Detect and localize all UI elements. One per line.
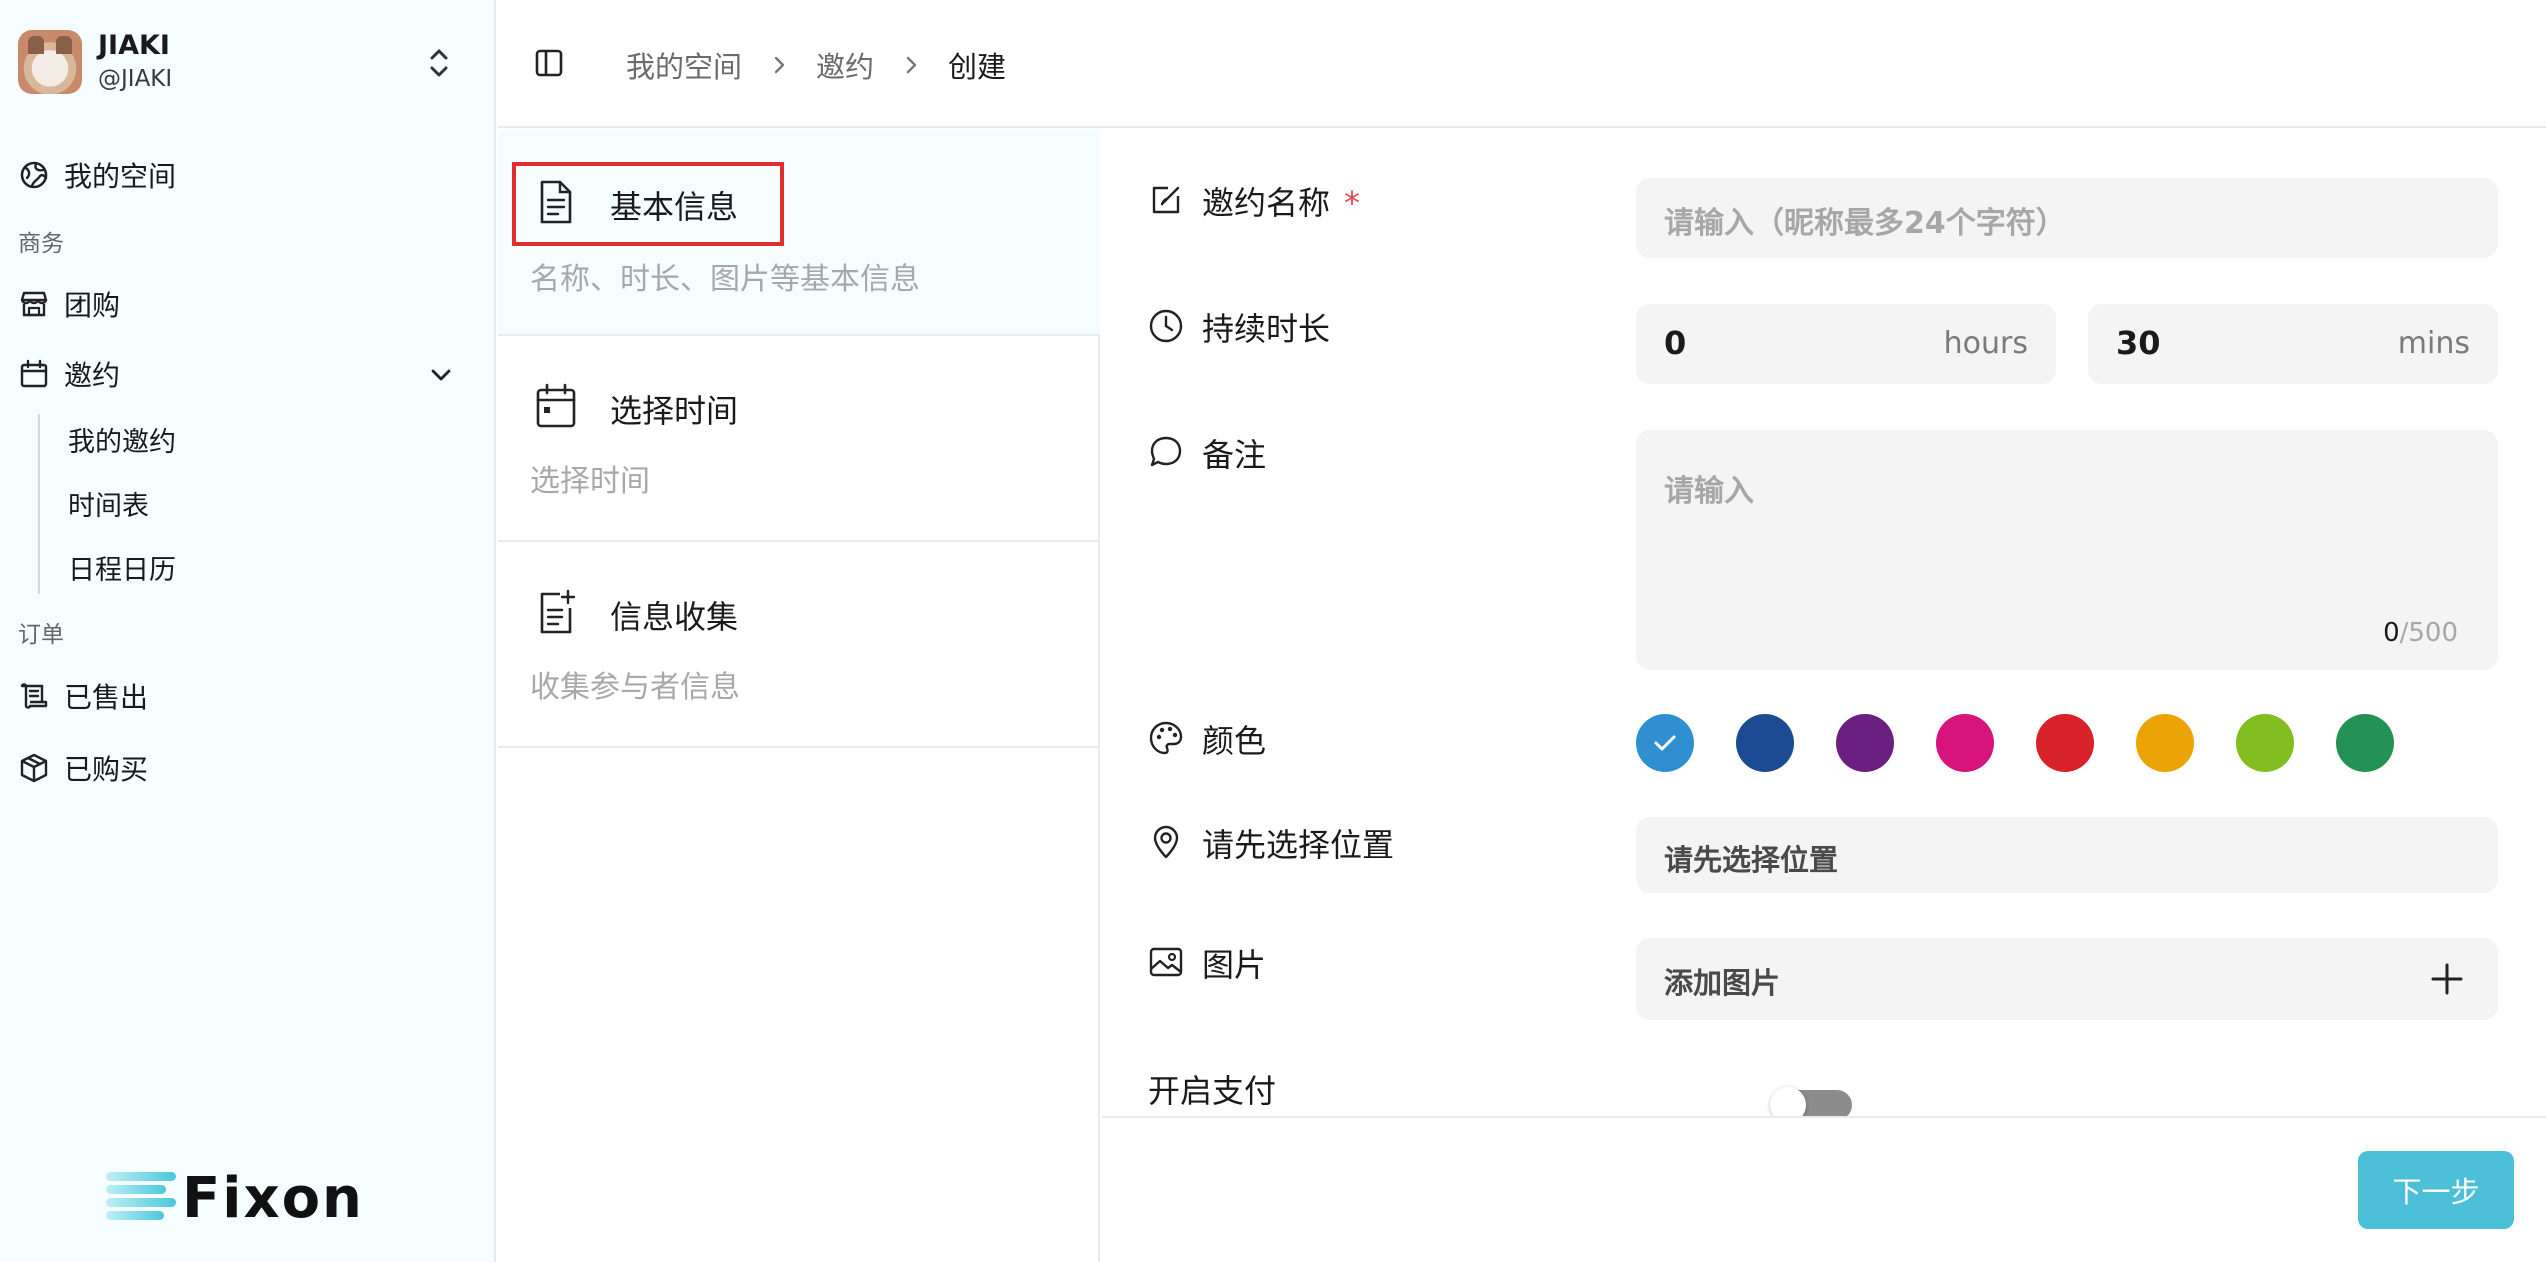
color-swatch[interactable]	[2336, 714, 2394, 772]
plus-icon[interactable]	[2430, 962, 2464, 996]
document-icon	[540, 180, 572, 224]
color-label: 颜色	[1202, 722, 1267, 760]
duration-label: 持续时长	[1202, 310, 1331, 348]
chevron-right-icon	[906, 56, 917, 74]
sidebar-item-my-space[interactable]: 我的空间	[18, 153, 176, 197]
color-swatch[interactable]	[1936, 714, 1994, 772]
calendar-icon	[20, 359, 48, 388]
breadcrumb: 我的空间 邀约 创建	[626, 44, 1006, 86]
add-image-field[interactable]: 添加图片	[1636, 938, 2498, 1020]
note-textarea[interactable]: 请输入 0/500	[1636, 430, 2498, 670]
breadcrumb-create: 创建	[948, 50, 1007, 84]
logo-text: Fixon	[182, 1165, 364, 1231]
package-icon	[20, 753, 48, 783]
sidebar-toggle-icon[interactable]	[534, 48, 564, 78]
location-pin-icon	[1153, 825, 1179, 859]
receipt-icon	[20, 683, 48, 709]
user-handle: @JIAKI	[98, 66, 173, 92]
edit-icon	[1152, 186, 1180, 214]
hours-value: 0	[1664, 324, 1687, 362]
check-icon	[1654, 735, 1676, 751]
sidebar-item-label: 我的空间	[64, 160, 177, 193]
color-swatch[interactable]	[1736, 714, 1794, 772]
location-value: 请先选择位置	[1664, 843, 1839, 877]
step-desc: 名称、时长、图片等基本信息	[530, 262, 920, 297]
document-add-icon	[540, 589, 576, 634]
payment-label: 开启支付	[1148, 1072, 1277, 1110]
sidebar-subitem-timetable[interactable]: 时间表	[68, 484, 149, 523]
color-swatch[interactable]	[1836, 714, 1894, 772]
color-swatch[interactable]	[1636, 714, 1694, 772]
sidebar-item-group-buy[interactable]: 团购	[18, 282, 120, 326]
invite-name-input[interactable]: 请输入（昵称最多24个字符）	[1636, 178, 2498, 258]
section-orders: 订单	[18, 622, 64, 648]
duration-mins-input[interactable]: 30 mins	[2088, 304, 2498, 384]
sidebar-subitem-my-invites[interactable]: 我的邀约	[68, 420, 176, 459]
sidebar-item-bought[interactable]: 已购买	[18, 746, 148, 790]
comment-icon	[1150, 436, 1182, 467]
invite-form: 邀约名称 * 请输入（昵称最多24个字符） 持续时长 0 hours 30 min…	[1102, 130, 2546, 1116]
store-icon	[20, 291, 48, 317]
note-label: 备注	[1202, 436, 1267, 474]
color-swatch[interactable]	[2036, 714, 2094, 772]
mins-unit: mins	[2397, 326, 2470, 361]
step-title: 选择时间	[610, 392, 739, 430]
color-swatch[interactable]	[2236, 714, 2294, 772]
avatar	[18, 30, 82, 94]
step-select-time[interactable]: 选择时间 选择时间	[498, 336, 1100, 542]
submenu-divider	[38, 414, 40, 594]
sidebar-item-sold[interactable]: 已售出	[18, 674, 148, 718]
sidebar-item-label: 已售出	[64, 681, 149, 714]
globe-icon	[20, 161, 48, 189]
payment-toggle[interactable]	[1770, 1087, 1852, 1116]
color-swatch[interactable]	[2136, 714, 2194, 772]
toggle-knob	[1770, 1087, 1806, 1116]
user-name: JIAKI	[98, 30, 170, 61]
calendar-icon	[536, 383, 576, 428]
sidebar-item-label: 已购买	[64, 753, 149, 786]
location-select[interactable]: 请先选择位置	[1636, 817, 2498, 893]
invite-name-label: 邀约名称 *	[1202, 184, 1361, 222]
step-desc: 选择时间	[530, 464, 650, 499]
chevron-right-icon	[774, 56, 785, 74]
chevron-down-icon[interactable]	[428, 362, 454, 388]
sidebar-item-label: 邀约	[64, 359, 121, 392]
step-title: 基本信息	[610, 188, 739, 226]
logo-mark	[106, 1170, 176, 1226]
section-business: 商务	[18, 231, 64, 257]
clock-icon	[1149, 309, 1183, 343]
hours-unit: hours	[1943, 326, 2028, 361]
step-basic-info[interactable]: 基本信息 名称、时长、图片等基本信息	[498, 130, 1100, 336]
duration-hours-input[interactable]: 0 hours	[1636, 304, 2056, 384]
next-step-button[interactable]: 下一步	[2358, 1151, 2514, 1229]
image-label: 图片	[1202, 946, 1267, 984]
note-placeholder: 请输入	[1664, 474, 1754, 509]
form-footer: 下一步	[1102, 1116, 2546, 1262]
palette-icon	[1149, 721, 1183, 755]
breadcrumb-my-space[interactable]: 我的空间	[626, 44, 742, 86]
chevron-up-down-icon[interactable]	[426, 46, 452, 80]
step-title: 信息收集	[610, 598, 739, 636]
step-info-collection[interactable]: 信息收集 收集参与者信息	[498, 542, 1100, 748]
note-char-counter: 0/500	[2383, 618, 2458, 648]
location-label: 请先选择位置	[1202, 826, 1395, 864]
step-desc: 收集参与者信息	[530, 670, 740, 705]
steps-panel: 基本信息 名称、时长、图片等基本信息 选择时间 选择时间 信息收集 收集参与者信…	[498, 130, 1100, 1262]
sidebar: JIAKI @JIAKI 我的空间 商务 团购 邀约 我的邀约 时间表 日程日历…	[0, 0, 496, 1262]
sidebar-subitem-schedule-calendar[interactable]: 日程日历	[68, 548, 176, 587]
image-icon	[1149, 947, 1183, 977]
sidebar-item-invite[interactable]: 邀约	[18, 352, 120, 396]
topbar: 我的空间 邀约 创建	[498, 0, 2546, 128]
required-mark: *	[1344, 184, 1361, 222]
breadcrumb-invite[interactable]: 邀约	[816, 44, 874, 86]
add-image-text: 添加图片	[1664, 966, 1781, 1000]
invite-name-placeholder: 请输入（昵称最多24个字符）	[1664, 206, 2066, 241]
sidebar-item-label: 团购	[64, 289, 121, 322]
user-switcher[interactable]: JIAKI @JIAKI	[18, 30, 478, 98]
mins-value: 30	[2116, 324, 2161, 362]
brand-logo: Fixon	[106, 1165, 364, 1231]
